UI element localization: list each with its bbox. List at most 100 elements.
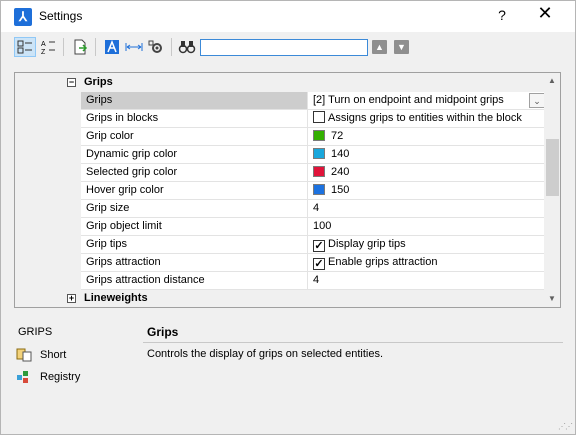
app-logo-button[interactable] bbox=[101, 37, 123, 57]
property-name: Grips attraction bbox=[81, 254, 308, 271]
property-row[interactable]: Grip object limit 100 bbox=[81, 218, 546, 236]
find-binoculars-icon bbox=[178, 41, 196, 54]
svg-text:Z: Z bbox=[41, 49, 46, 55]
property-value[interactable]: 4 bbox=[308, 200, 546, 217]
vertical-scrollbar[interactable]: ▲ ▼ bbox=[544, 73, 560, 307]
svg-text:A: A bbox=[41, 41, 46, 48]
toolbar: A Z ▲ ▼ bbox=[1, 32, 575, 62]
property-name: Dynamic grip color bbox=[81, 146, 308, 163]
property-value[interactable]: ✓ Display grip tips bbox=[308, 236, 546, 253]
property-grid: − Grips Grips [2] Turn on endpoint and mi… bbox=[14, 72, 561, 308]
property-value-text: [2] Turn on endpoint and midpoint grips bbox=[313, 94, 504, 106]
categorized-view-button[interactable] bbox=[14, 37, 36, 57]
property-value[interactable]: Assigns grips to entities within the blo… bbox=[308, 110, 546, 127]
chevron-down-icon[interactable]: ⌄ bbox=[529, 93, 545, 108]
property-name: Grips attraction distance bbox=[81, 272, 308, 289]
alphabetical-view-icon: A Z bbox=[41, 41, 55, 55]
short-item[interactable]: Short bbox=[16, 348, 66, 362]
close-button[interactable]: ✕ bbox=[533, 3, 557, 24]
property-value[interactable]: 100 bbox=[308, 218, 546, 235]
previous-result-button[interactable]: ▲ bbox=[372, 40, 387, 54]
property-value-text: 140 bbox=[331, 148, 350, 160]
window-title: Settings bbox=[39, 9, 83, 23]
color-swatch bbox=[313, 130, 325, 141]
export-button[interactable] bbox=[69, 37, 91, 57]
property-value-text: 150 bbox=[331, 184, 350, 196]
help-button[interactable]: ? bbox=[493, 7, 511, 23]
property-name: Grips bbox=[81, 92, 308, 109]
property-name: Hover grip color bbox=[81, 182, 308, 199]
checkbox-checked[interactable]: ✓ bbox=[313, 258, 325, 270]
property-row[interactable]: Grip color 72 bbox=[81, 128, 546, 146]
property-value[interactable]: 140 bbox=[308, 146, 546, 163]
find-button[interactable] bbox=[176, 37, 198, 57]
property-name: Grips in blocks bbox=[81, 110, 308, 127]
next-result-button[interactable]: ▼ bbox=[394, 40, 409, 54]
arrow-up-icon: ▲ bbox=[375, 42, 384, 52]
property-value-text: Enable grips attraction bbox=[328, 256, 438, 268]
registry-item[interactable]: Registry bbox=[16, 370, 80, 384]
property-value[interactable]: 72 bbox=[308, 128, 546, 145]
app-logo-icon bbox=[105, 39, 119, 54]
property-value[interactable]: 150 bbox=[308, 182, 546, 199]
short-label: Short bbox=[40, 349, 67, 361]
section-lineweights[interactable]: + Lineweights bbox=[15, 290, 545, 307]
alphabetical-view-button[interactable]: A Z bbox=[37, 37, 59, 57]
property-row[interactable]: Grip tips ✓ Display grip tips bbox=[81, 236, 546, 254]
export-icon bbox=[74, 39, 88, 55]
property-value-text: 72 bbox=[331, 130, 344, 142]
property-name: Grip object limit bbox=[81, 218, 308, 235]
property-name: Grip color bbox=[81, 128, 308, 145]
property-value-text: 4 bbox=[313, 202, 320, 214]
property-value-text: Assigns grips to entities within the blo… bbox=[328, 112, 522, 124]
property-value[interactable]: ✓ Enable grips attraction bbox=[308, 254, 546, 271]
gear-settings-button[interactable] bbox=[145, 37, 167, 57]
property-row[interactable]: Grips [2] Turn on endpoint and midpoint g… bbox=[81, 92, 546, 110]
collapse-icon[interactable]: − bbox=[67, 78, 76, 87]
property-value-text: Display grip tips bbox=[328, 238, 406, 250]
property-name: Selected grip color bbox=[81, 164, 308, 181]
toolbar-separator bbox=[63, 38, 64, 56]
color-swatch bbox=[313, 148, 325, 159]
property-row[interactable]: Grips attraction distance 4 bbox=[81, 272, 546, 290]
title-bar: ⅄ Settings ? ✕ bbox=[1, 1, 575, 32]
expand-icon[interactable]: + bbox=[67, 294, 76, 303]
scroll-down-icon[interactable]: ▼ bbox=[544, 291, 560, 307]
property-value[interactable]: 4 bbox=[308, 272, 546, 289]
description-panel: GRIPS Short Registry Grips Controls the … bbox=[1, 314, 575, 434]
property-row[interactable]: Selected grip color 240 bbox=[81, 164, 546, 182]
description-divider bbox=[143, 342, 563, 343]
toolbar-separator bbox=[171, 38, 172, 56]
property-value-text: 240 bbox=[331, 166, 350, 178]
color-swatch bbox=[313, 184, 325, 195]
registry-icon bbox=[17, 371, 28, 383]
arrow-down-icon: ▼ bbox=[397, 42, 406, 52]
property-value-text: 100 bbox=[313, 220, 332, 232]
property-row[interactable]: Grips attraction ✓ Enable grips attraction bbox=[81, 254, 546, 272]
property-value[interactable]: [2] Turn on endpoint and midpoint grips ⌄ bbox=[308, 92, 546, 109]
property-name: Grip size bbox=[81, 200, 308, 217]
dimension-icon bbox=[125, 43, 143, 51]
checkbox-unchecked[interactable] bbox=[313, 111, 325, 123]
toolbar-separator bbox=[95, 38, 96, 56]
section-grips[interactable]: − Grips bbox=[15, 74, 545, 92]
categorized-view-icon bbox=[17, 40, 32, 54]
resize-grip-icon[interactable]: ⋰⋰ bbox=[558, 422, 573, 431]
dimension-button[interactable] bbox=[123, 37, 145, 57]
scroll-thumb[interactable] bbox=[546, 139, 559, 196]
property-row[interactable]: Grips in blocks Assigns grips to entities… bbox=[81, 110, 546, 128]
settings-dialog: ⅄ Settings ? ✕ A Z ▲ ▼ − Grips Grips [2]… bbox=[0, 0, 576, 435]
description-title: Grips bbox=[147, 325, 179, 339]
short-icon bbox=[16, 348, 32, 362]
gear-settings-icon bbox=[148, 40, 162, 53]
property-row[interactable]: Grip size 4 bbox=[81, 200, 546, 218]
checkbox-checked[interactable]: ✓ bbox=[313, 240, 325, 252]
search-input[interactable] bbox=[200, 39, 368, 56]
property-row[interactable]: Hover grip color 150 bbox=[81, 182, 546, 200]
property-value[interactable]: 240 bbox=[308, 164, 546, 181]
property-value-text: 4 bbox=[313, 274, 320, 286]
scroll-up-icon[interactable]: ▲ bbox=[544, 73, 560, 89]
property-row[interactable]: Dynamic grip color 140 bbox=[81, 146, 546, 164]
description-text: Controls the display of grips on selecte… bbox=[147, 348, 384, 360]
app-logo-icon: ⅄ bbox=[14, 8, 32, 26]
